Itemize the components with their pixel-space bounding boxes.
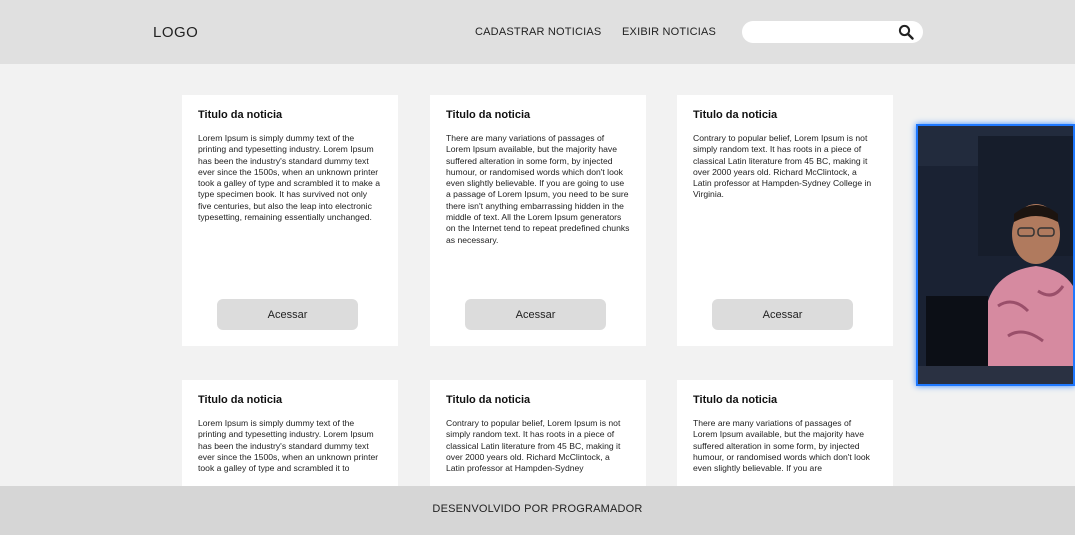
nav-cadastrar-noticias[interactable]: CADASTRAR NOTICIAS bbox=[475, 26, 601, 38]
card-title: Titulo da noticia bbox=[446, 109, 531, 121]
news-card: Titulo da noticia Contrary to popular be… bbox=[677, 95, 893, 346]
presenter-video bbox=[918, 126, 1073, 384]
card-text: There are many variations of passages of… bbox=[693, 418, 870, 474]
logo[interactable]: LOGO bbox=[153, 24, 198, 41]
footer-text: DESENVOLVIDO POR PROGRAMADOR bbox=[432, 503, 643, 515]
news-card: Titulo da noticia Lorem Ipsum is simply … bbox=[182, 95, 398, 346]
card-text: Contrary to popular belief, Lorem Ipsum … bbox=[693, 133, 872, 200]
search-icon[interactable] bbox=[898, 24, 914, 40]
webcam-overlay bbox=[916, 124, 1075, 386]
nav-exibir-noticias[interactable]: EXIBIR NOTICIAS bbox=[622, 26, 716, 38]
card-text: Lorem Ipsum is simply dummy text of the … bbox=[198, 133, 381, 223]
acessar-button[interactable]: Acessar bbox=[217, 299, 358, 330]
card-text: There are many variations of passages of… bbox=[446, 133, 630, 245]
card-title: Titulo da noticia bbox=[446, 394, 531, 406]
page-footer: DESENVOLVIDO POR PROGRAMADOR bbox=[0, 486, 1075, 535]
card-title: Titulo da noticia bbox=[198, 394, 283, 406]
card-title: Titulo da noticia bbox=[198, 109, 283, 121]
search-box bbox=[742, 21, 923, 43]
acessar-button[interactable]: Acessar bbox=[712, 299, 853, 330]
search-input[interactable] bbox=[752, 24, 896, 42]
acessar-button[interactable]: Acessar bbox=[465, 299, 606, 330]
card-title: Titulo da noticia bbox=[693, 109, 778, 121]
card-title: Titulo da noticia bbox=[693, 394, 778, 406]
card-text: Contrary to popular belief, Lorem Ipsum … bbox=[446, 418, 621, 474]
card-text: Lorem Ipsum is simply dummy text of the … bbox=[198, 418, 379, 474]
news-card: Titulo da noticia There are many variati… bbox=[430, 95, 646, 346]
top-navbar: LOGO CADASTRAR NOTICIAS EXIBIR NOTICIAS bbox=[0, 0, 1075, 64]
